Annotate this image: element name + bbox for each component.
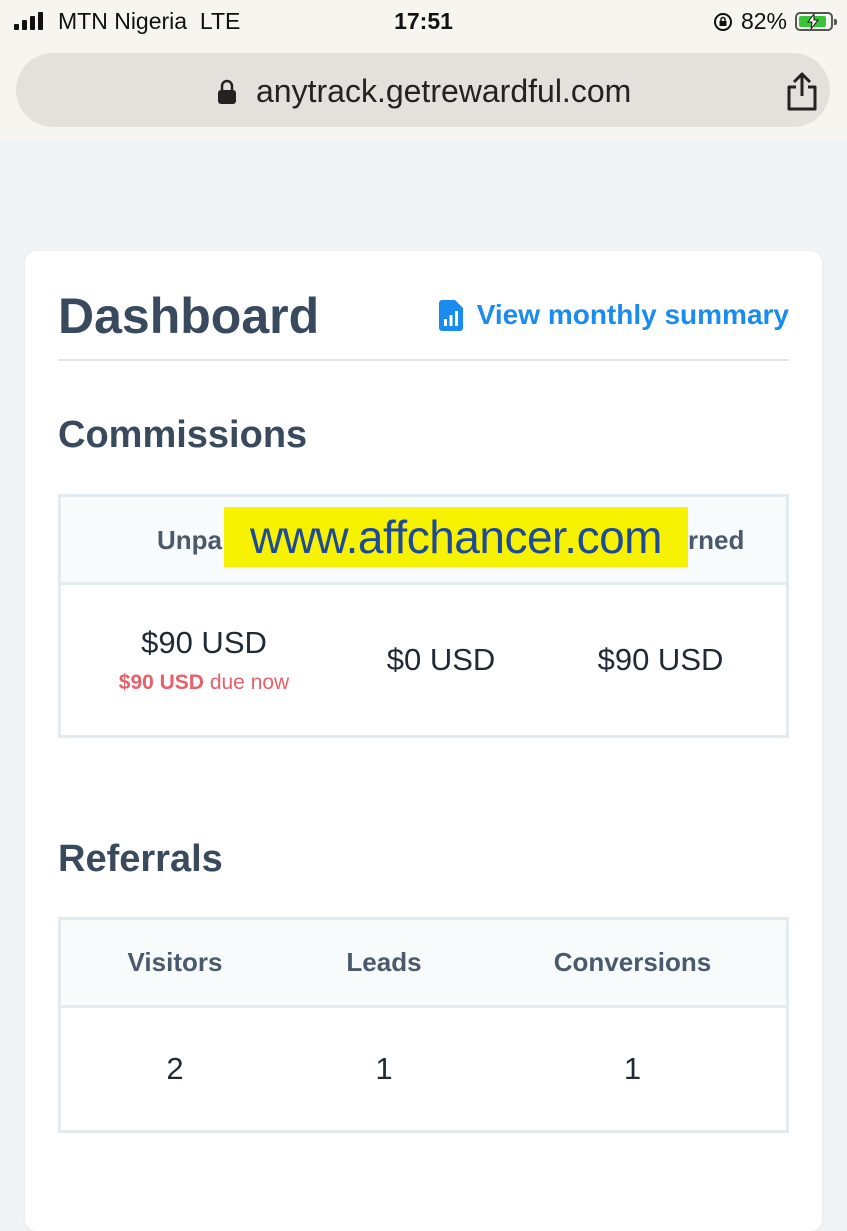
share-icon[interactable]: [784, 72, 820, 112]
column-header-conversions: Conversions: [553, 947, 712, 977]
referrals-table: Visitors Leads Conversions 2 1 1: [58, 917, 789, 1133]
browser-toolbar: anytrack.getrewardful.com: [0, 44, 847, 140]
lock-icon: [218, 79, 236, 104]
status-bar: MTN Nigeria LTE 17:51 82%: [0, 0, 847, 44]
conversions-value: 1: [623, 1051, 642, 1086]
battery-icon: [795, 12, 837, 31]
watermark-banner: www.affchancer.com: [224, 507, 688, 567]
unpaid-value: $90 USD: [141, 625, 267, 660]
column-header-unpaid: Unpa: [157, 525, 222, 555]
table-row: 2 1 1: [61, 1008, 786, 1130]
view-monthly-summary-link[interactable]: View monthly summary: [438, 299, 789, 331]
referrals-title: Referrals: [58, 838, 223, 880]
due-now-note: $90 USD due now: [118, 671, 290, 694]
report-icon: [438, 299, 463, 331]
unpaid-cell: $90 USD $90 USD due now: [61, 625, 347, 695]
summary-link-label: View monthly summary: [476, 299, 789, 330]
paid-value: $0 USD: [386, 642, 496, 677]
divider: [58, 359, 789, 361]
url-text: anytrack.getrewardful.com: [256, 73, 632, 109]
table-header: Visitors Leads Conversions: [61, 920, 786, 1008]
column-header-leads: Leads: [346, 947, 422, 977]
dashboard-card: Dashboard View monthly summary Commissio…: [25, 251, 822, 1231]
address-bar[interactable]: anytrack.getrewardful.com: [16, 53, 830, 127]
table-row: $90 USD $90 USD due now $0 USD $90 USD: [61, 585, 786, 735]
earned-value: $90 USD: [597, 642, 724, 677]
battery-percent: 82%: [740, 8, 787, 34]
commissions-title: Commissions: [58, 414, 308, 456]
page-title: Dashboard: [58, 288, 320, 344]
column-header-visitors: Visitors: [127, 947, 223, 977]
orientation-lock-icon: [713, 12, 732, 31]
visitors-value: 2: [166, 1051, 184, 1086]
leads-value: 1: [375, 1051, 393, 1086]
column-header-earned: rned: [688, 525, 745, 555]
